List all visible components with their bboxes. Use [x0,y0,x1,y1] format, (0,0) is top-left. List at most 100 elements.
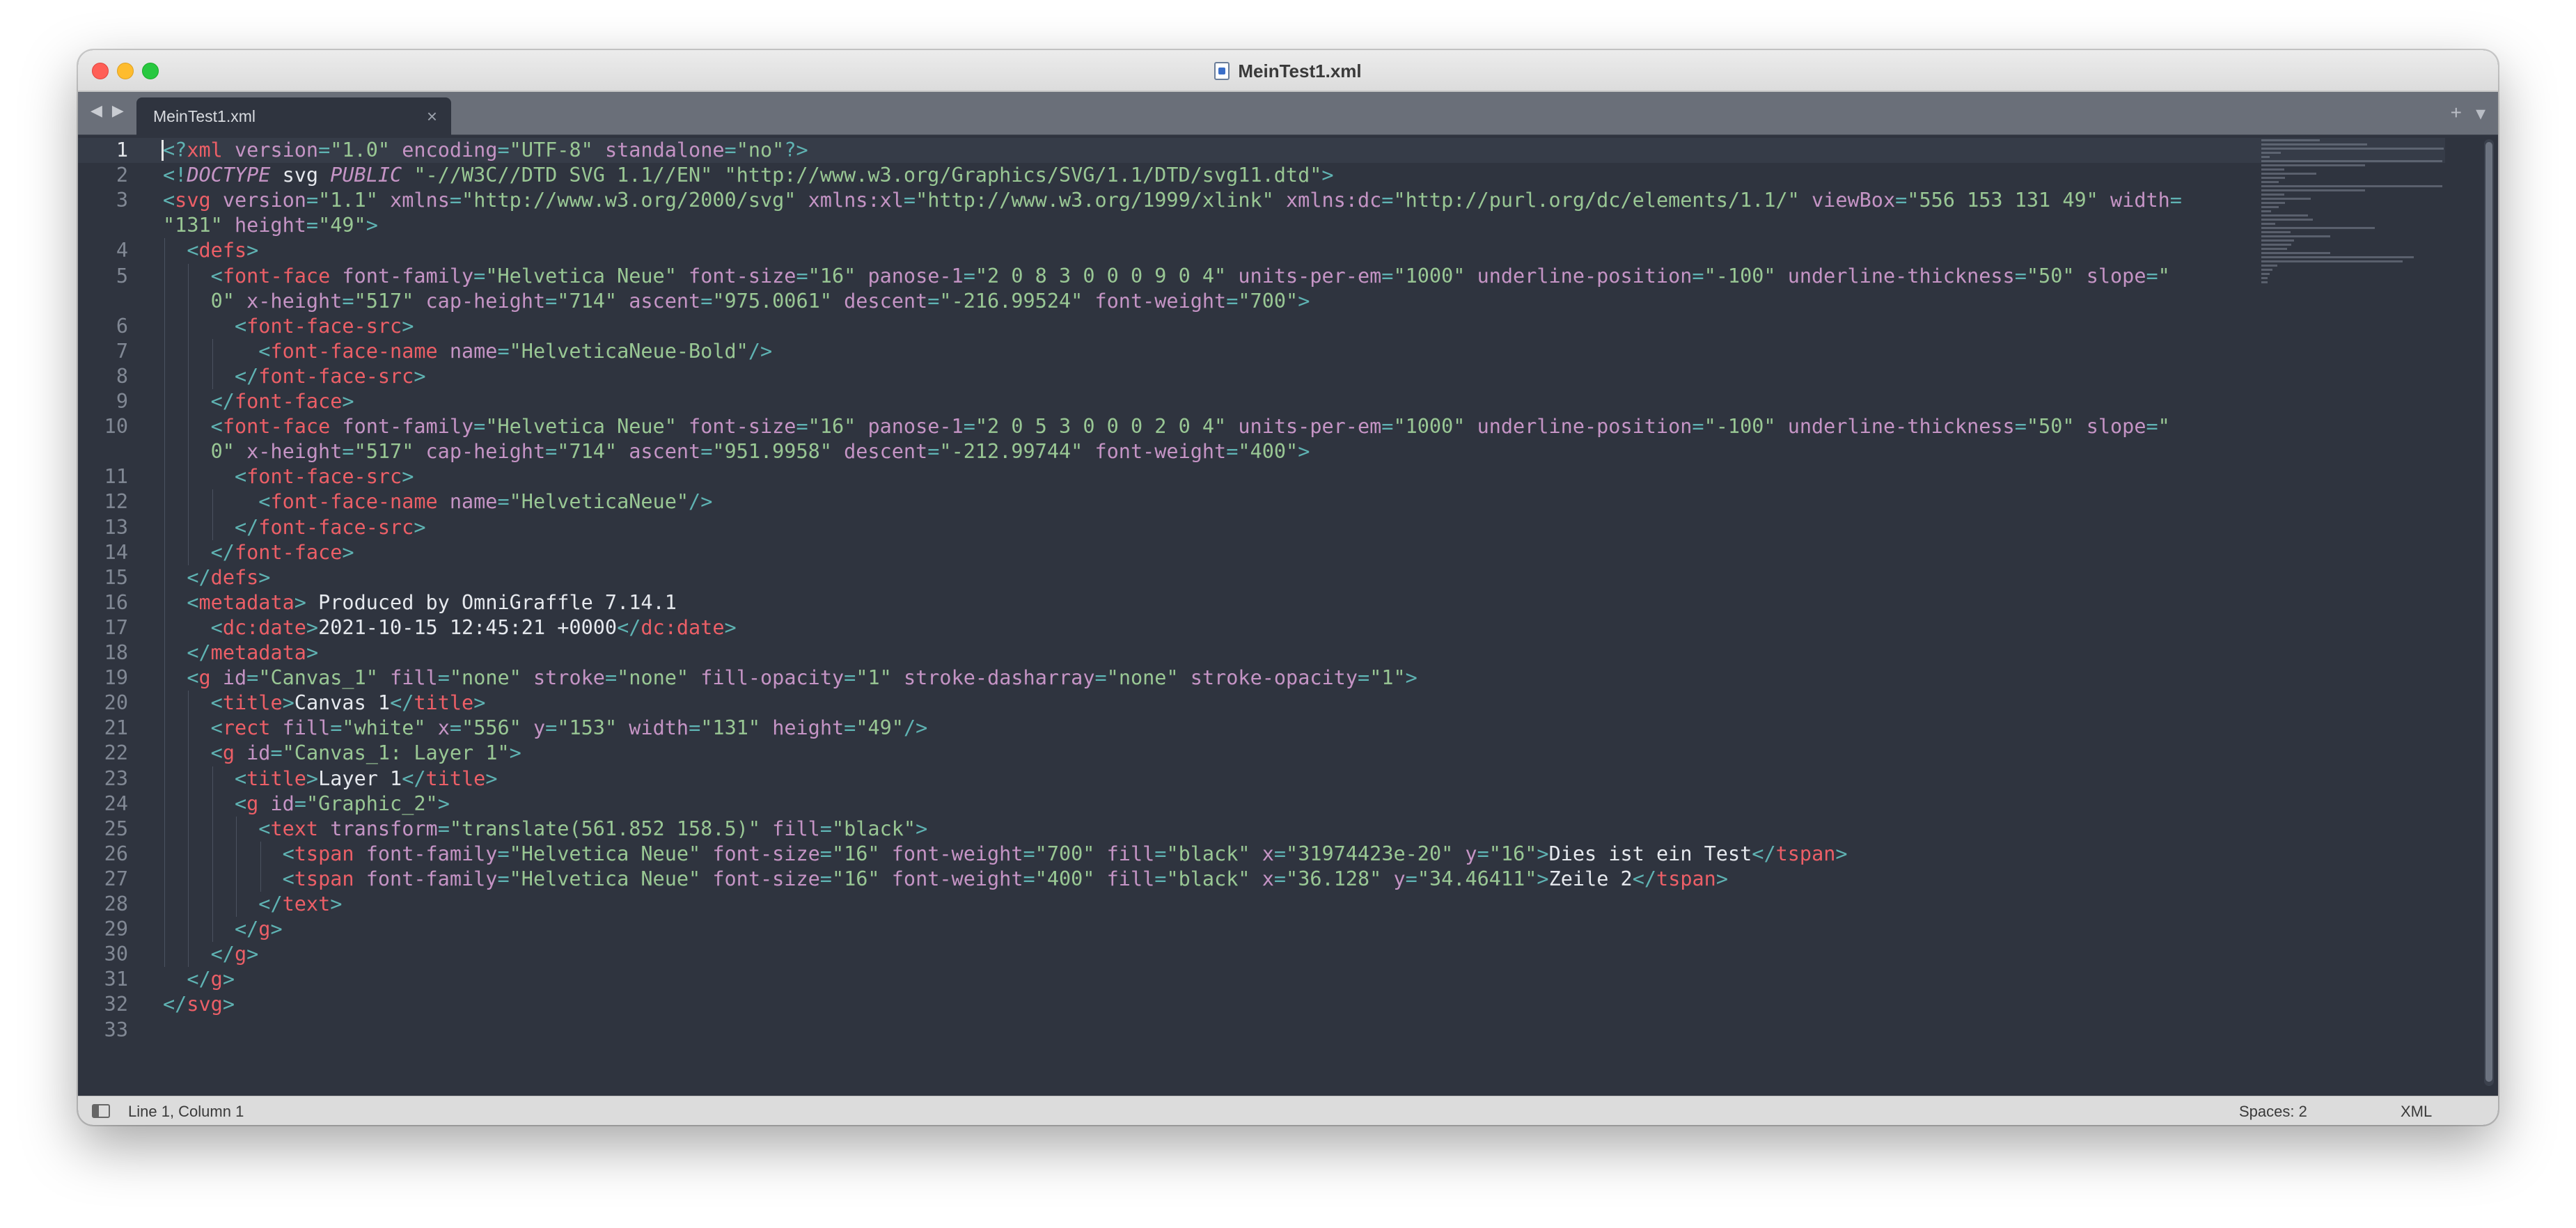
code-text[interactable]: </text> [163,892,342,917]
code-text[interactable]: <tspan font-family="Helvetica Neue" font… [163,842,1848,867]
code-text[interactable]: </font-face> [163,389,354,414]
code-line[interactable]: 23 <title>Layer 1</title> [78,766,2445,792]
code-text[interactable]: </font-face> [163,540,354,565]
code-text[interactable]: </font-face-src> [163,515,426,540]
code-line[interactable]: 10 <font-face font-family="Helvetica Neu… [78,414,2445,439]
code-text[interactable]: <rect fill="white" x="556" y="153" width… [163,716,928,741]
code-text[interactable]: 0" x-height="517" cap-height="714" ascen… [163,289,1310,314]
vertical-scrollbar[interactable] [2484,139,2494,1086]
code-text[interactable]: <font-face-src> [163,314,414,339]
code-line[interactable]: 31 </g> [78,967,2445,992]
code-line[interactable]: 24 <g id="Graphic_2"> [78,792,2445,817]
code-text[interactable]: </g> [163,967,235,992]
code-line[interactable]: 29 </g> [78,917,2445,942]
code-line[interactable]: 30 </g> [78,942,2445,967]
line-number[interactable]: 8 [78,364,128,389]
code-line[interactable]: 22 <g id="Canvas_1: Layer 1"> [78,741,2445,766]
code-text[interactable]: <!DOCTYPE svg PUBLIC "-//W3C//DTD SVG 1.… [163,163,1334,188]
tab-close-icon[interactable]: × [427,106,437,127]
code-line[interactable]: 16 <metadata> Produced by OmniGraffle 7.… [78,590,2445,615]
code-line[interactable]: 19 <g id="Canvas_1" fill="none" stroke="… [78,666,2445,691]
code-text[interactable]: <g id="Graphic_2"> [163,792,450,817]
line-number[interactable]: 19 [78,666,128,691]
code-text[interactable]: 0" x-height="517" cap-height="714" ascen… [163,439,1310,464]
code-text[interactable]: <?xml version="1.0" encoding="UTF-8" sta… [163,138,808,163]
line-number[interactable]: 5 [78,264,128,289]
title-bar[interactable]: MeinTest1.xml [78,50,2498,92]
line-number[interactable]: 7 [78,339,128,364]
code-text[interactable]: </font-face-src> [163,364,426,389]
code-line[interactable]: 32 </svg> [78,992,2445,1017]
code-line[interactable]: 21 <rect fill="white" x="556" y="153" wi… [78,716,2445,741]
line-number[interactable]: 25 [78,817,128,842]
code-text[interactable]: <title>Canvas 1</title> [163,691,486,716]
line-number[interactable]: 27 [78,867,128,892]
back-arrow-icon[interactable]: ◀ [91,102,102,120]
code-text[interactable]: <g id="Canvas_1" fill="none" stroke="non… [163,666,1417,691]
line-number[interactable]: 17 [78,615,128,640]
code-line[interactable]: 6 <font-face-src> [78,314,2445,339]
code-line[interactable]: 8 </font-face-src> [78,364,2445,389]
code-text[interactable]: <title>Layer 1</title> [163,766,498,792]
code-text[interactable]: <tspan font-family="Helvetica Neue" font… [163,867,1728,892]
code-text[interactable]: </svg> [163,992,235,1017]
cursor-position[interactable]: Line 1, Column 1 [128,1103,244,1121]
tab-menu-chevron-icon[interactable]: ▾ [2476,102,2485,125]
code-line[interactable]: 20 <title>Canvas 1</title> [78,691,2445,716]
line-number[interactable]: 13 [78,515,128,540]
line-number[interactable]: 22 [78,741,128,766]
code-line[interactable]: 0" x-height="517" cap-height="714" ascen… [78,289,2445,314]
code-line[interactable]: 11 <font-face-src> [78,464,2445,489]
code-text[interactable]: <text transform="translate(561.852 158.5… [163,817,927,842]
code-line[interactable]: 15 </defs> [78,565,2445,590]
code-line[interactable]: 9 </font-face> [78,389,2445,414]
line-number[interactable]: 33 [78,1018,128,1043]
code-text[interactable]: <font-face font-family="Helvetica Neue" … [163,414,2170,439]
forward-arrow-icon[interactable]: ▶ [112,102,124,120]
line-number[interactable]: 6 [78,314,128,339]
code-line[interactable]: 3 <svg version="1.1" xmlns="http://www.w3… [78,188,2445,213]
line-number[interactable]: 20 [78,691,128,716]
line-number[interactable]: 18 [78,640,128,666]
code-text[interactable]: <dc:date>2021-10-15 12:45:21 +0000</dc:d… [163,615,737,640]
code-text[interactable]: "131" height="49"> [163,213,378,238]
line-number[interactable]: 14 [78,540,128,565]
minimap[interactable] [2261,139,2470,362]
line-number[interactable]: 26 [78,842,128,867]
code-line[interactable]: 26 <tspan font-family="Helvetica Neue" f… [78,842,2445,867]
line-number[interactable]: 15 [78,565,128,590]
code-line[interactable]: 27 <tspan font-family="Helvetica Neue" f… [78,867,2445,892]
line-number[interactable]: 10 [78,414,128,439]
code-text[interactable]: <font-face-name name="HelveticaNeue"/> [163,489,712,514]
code-text[interactable]: <svg version="1.1" xmlns="http://www.w3.… [163,188,2182,213]
code-line[interactable]: 25 <text transform="translate(561.852 15… [78,817,2445,842]
code-line[interactable]: 14 </font-face> [78,540,2445,565]
sidebar-toggle-icon[interactable] [92,1104,110,1118]
line-number[interactable]: 11 [78,464,128,489]
code-text[interactable]: <metadata> Produced by OmniGraffle 7.14.… [163,590,677,615]
code-text[interactable]: <font-face font-family="Helvetica Neue" … [163,264,2170,289]
code-line[interactable]: 28 </text> [78,892,2445,917]
line-number[interactable]: 16 [78,590,128,615]
tab-meintest1[interactable]: MeinTest1.xml × [136,97,451,135]
new-tab-icon[interactable]: + [2451,102,2462,125]
code-line[interactable]: 2 <!DOCTYPE svg PUBLIC "-//W3C//DTD SVG 1… [78,163,2445,188]
code-text[interactable]: <g id="Canvas_1: Layer 1"> [163,741,521,766]
code-line[interactable]: "131" height="49"> [78,213,2445,238]
code-text[interactable]: </defs> [163,565,270,590]
code-text[interactable]: </g> [163,917,283,942]
scrollbar-thumb[interactable] [2485,142,2492,1082]
code-line[interactable]: 7 <font-face-name name="HelveticaNeue-Bo… [78,339,2445,364]
line-number[interactable]: 24 [78,792,128,817]
line-number[interactable]: 2 [78,163,128,188]
code-line[interactable]: 1 <?xml version="1.0" encoding="UTF-8" st… [78,138,2445,163]
line-number[interactable]: 28 [78,892,128,917]
line-number[interactable]: 30 [78,942,128,967]
code-line[interactable]: 13 </font-face-src> [78,515,2445,540]
line-number[interactable]: 3 [78,188,128,213]
code-text[interactable]: <font-face-name name="HelveticaNeue-Bold… [163,339,772,364]
syntax-mode[interactable]: XML [2401,1103,2432,1121]
code-line[interactable]: 4 <defs> [78,238,2445,263]
code-text[interactable]: </g> [163,942,259,967]
line-number[interactable]: 23 [78,766,128,792]
